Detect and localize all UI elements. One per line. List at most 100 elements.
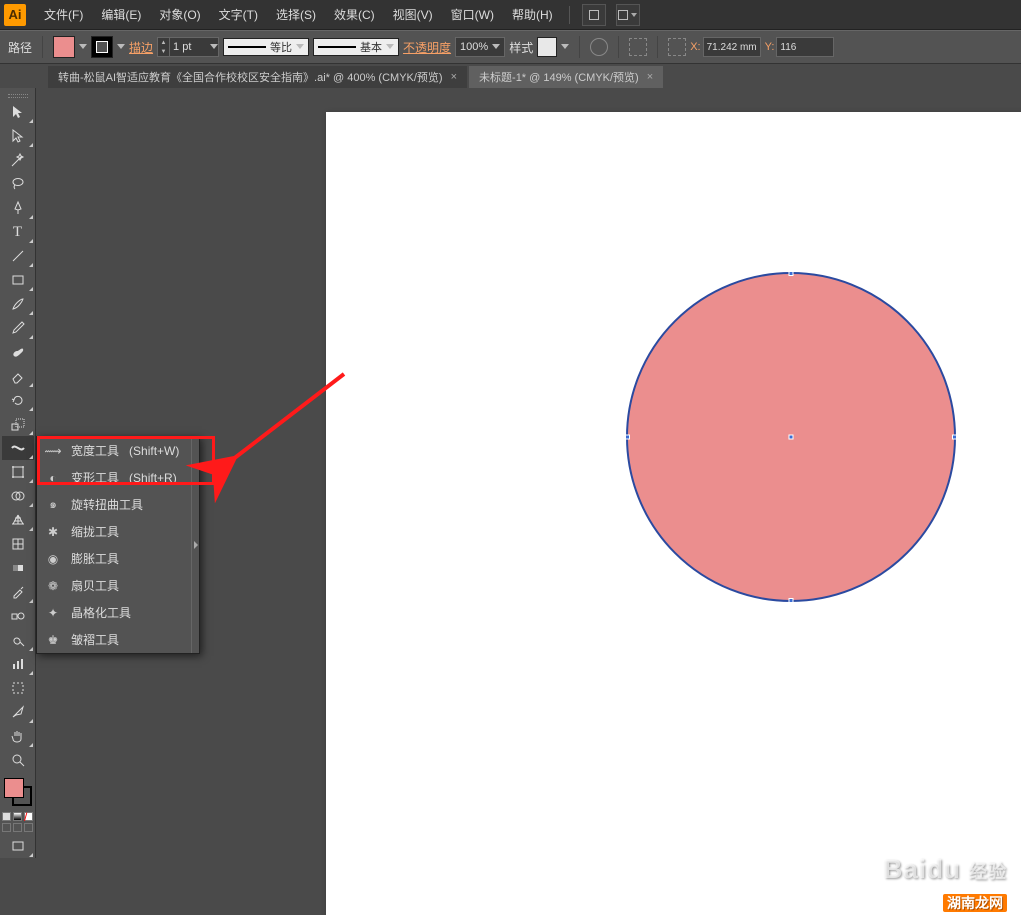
anchor-point[interactable] (789, 598, 794, 603)
flyout-bloat-tool[interactable]: ◉ 膨胀工具 (37, 545, 191, 572)
tearoff-handle[interactable] (191, 437, 199, 653)
menu-file[interactable]: 文件(F) (36, 2, 91, 27)
direct-selection-tool[interactable] (2, 124, 34, 148)
stroke-dropdown[interactable] (117, 44, 125, 50)
menu-effect[interactable]: 效果(C) (326, 2, 383, 27)
shape-builder-tool[interactable] (2, 484, 34, 508)
anchor-point[interactable] (952, 435, 957, 440)
mesh-tool[interactable] (2, 532, 34, 556)
flyout-wrinkle-tool[interactable]: ♚ 皱褶工具 (37, 626, 191, 653)
hand-tool[interactable] (2, 724, 34, 748)
brush-definition[interactable]: 基本 (313, 38, 399, 56)
scale-tool[interactable] (2, 412, 34, 436)
doc-layout-button[interactable] (582, 4, 606, 26)
stroke-swatch[interactable] (91, 36, 113, 58)
artboard[interactable] (326, 112, 1021, 915)
stroke-weight-input[interactable] (170, 41, 210, 53)
panel-grip[interactable] (0, 92, 35, 100)
flyout-crystallize-tool[interactable]: ✦ 晶格化工具 (37, 599, 191, 626)
gradient-tool[interactable] (2, 556, 34, 580)
flyout-twirl-tool[interactable]: ๑ 旋转扭曲工具 (37, 491, 191, 518)
menu-help[interactable]: 帮助(H) (504, 2, 561, 27)
separator (657, 36, 658, 58)
flyout-shortcut: (Shift+W) (129, 444, 179, 458)
zoom-tool[interactable] (2, 748, 34, 772)
column-graph-tool[interactable] (2, 652, 34, 676)
document-tab[interactable]: 转曲-松鼠AI智适应教育《全国合作校校区安全指南》.ai* @ 400% (CM… (48, 66, 467, 88)
color-mode-row[interactable]: / (0, 812, 35, 821)
slice-tool[interactable] (2, 700, 34, 724)
align-icon[interactable] (629, 38, 647, 56)
blob-brush-tool[interactable] (2, 340, 34, 364)
document-tab[interactable]: 未标题-1* @ 149% (CMYK/预览) × (469, 66, 663, 88)
twirl-icon: ๑ (45, 497, 61, 513)
style-dd[interactable] (561, 44, 569, 50)
y-coord: Y: (765, 37, 835, 57)
lasso-tool[interactable] (2, 172, 34, 196)
stroke-weight-field[interactable]: ▲▼ (157, 37, 219, 57)
eraser-tool[interactable] (2, 364, 34, 388)
anchor-point[interactable] (625, 435, 630, 440)
flyout-pucker-tool[interactable]: ✱ 缩拢工具 (37, 518, 191, 545)
menu-object[interactable]: 对象(O) (151, 2, 208, 27)
line-tool[interactable] (2, 244, 34, 268)
tab-label: 未标题-1* @ 149% (CMYK/预览) (479, 69, 639, 85)
separator (618, 36, 619, 58)
opacity-field[interactable]: 100% (455, 37, 505, 57)
warp-icon: ◐ (45, 470, 61, 486)
rotate-tool[interactable] (2, 388, 34, 412)
x-input[interactable] (703, 37, 761, 57)
type-tool[interactable]: T (2, 220, 34, 244)
stroke-dd[interactable] (210, 44, 218, 50)
ellipse-shape[interactable] (626, 272, 956, 602)
flyout-warp-tool[interactable]: ◐ 变形工具 (Shift+R) (37, 464, 191, 491)
flyout-label: 膨胀工具 (71, 550, 119, 567)
y-input[interactable] (776, 37, 834, 57)
fill-dropdown[interactable] (79, 44, 87, 50)
menu-select[interactable]: 选择(S) (268, 2, 324, 27)
draw-mode-row[interactable] (0, 823, 35, 832)
variable-width-profile[interactable]: 等比 (223, 38, 309, 56)
rectangle-tool[interactable] (2, 268, 34, 292)
perspective-grid-tool[interactable] (2, 508, 34, 532)
flyout-scallop-tool[interactable]: ❁ 扇贝工具 (37, 572, 191, 599)
magic-wand-tool[interactable] (2, 148, 34, 172)
opacity-label[interactable]: 不透明度 (403, 39, 451, 56)
close-icon[interactable]: × (647, 71, 653, 83)
width-tool[interactable] (2, 436, 34, 460)
fill-swatch[interactable] (53, 36, 75, 58)
menu-view[interactable]: 视图(V) (385, 2, 441, 27)
separator (569, 6, 570, 24)
menu-bar: Ai 文件(F) 编辑(E) 对象(O) 文字(T) 选择(S) 效果(C) 视… (0, 0, 1021, 30)
style-swatch[interactable] (537, 37, 557, 57)
bloat-icon: ◉ (45, 551, 61, 567)
blend-tool[interactable] (2, 604, 34, 628)
center-point[interactable] (789, 435, 794, 440)
flyout-width-tool[interactable]: ⟿ 宽度工具 (Shift+W) (37, 437, 191, 464)
selection-tool[interactable] (2, 100, 34, 124)
up-arrow[interactable]: ▲ (158, 38, 169, 47)
artboard-tool[interactable] (2, 676, 34, 700)
menu-type[interactable]: 文字(T) (211, 2, 266, 27)
flyout-label: 宽度工具 (71, 442, 119, 459)
symbol-sprayer-tool[interactable] (2, 628, 34, 652)
arrange-button[interactable] (616, 4, 640, 26)
down-arrow[interactable]: ▼ (158, 47, 169, 56)
menu-window[interactable]: 窗口(W) (443, 2, 502, 27)
close-icon[interactable]: × (451, 71, 457, 83)
screen-mode-tool[interactable] (2, 834, 34, 858)
anchor-point[interactable] (789, 271, 794, 276)
flyout-label: 缩拢工具 (71, 523, 119, 540)
stroke-label[interactable]: 描边 (129, 39, 153, 56)
free-transform-tool[interactable] (2, 460, 34, 484)
paintbrush-tool[interactable] (2, 292, 34, 316)
pencil-tool[interactable] (2, 316, 34, 340)
separator (42, 36, 43, 58)
transform-icon[interactable] (668, 38, 686, 56)
fill-stroke-wells[interactable] (4, 778, 32, 806)
flyout-label: 旋转扭曲工具 (71, 496, 143, 513)
eyedropper-tool[interactable] (2, 580, 34, 604)
menu-edit[interactable]: 编辑(E) (93, 2, 149, 27)
pen-tool[interactable] (2, 196, 34, 220)
recolor-icon[interactable] (590, 38, 608, 56)
